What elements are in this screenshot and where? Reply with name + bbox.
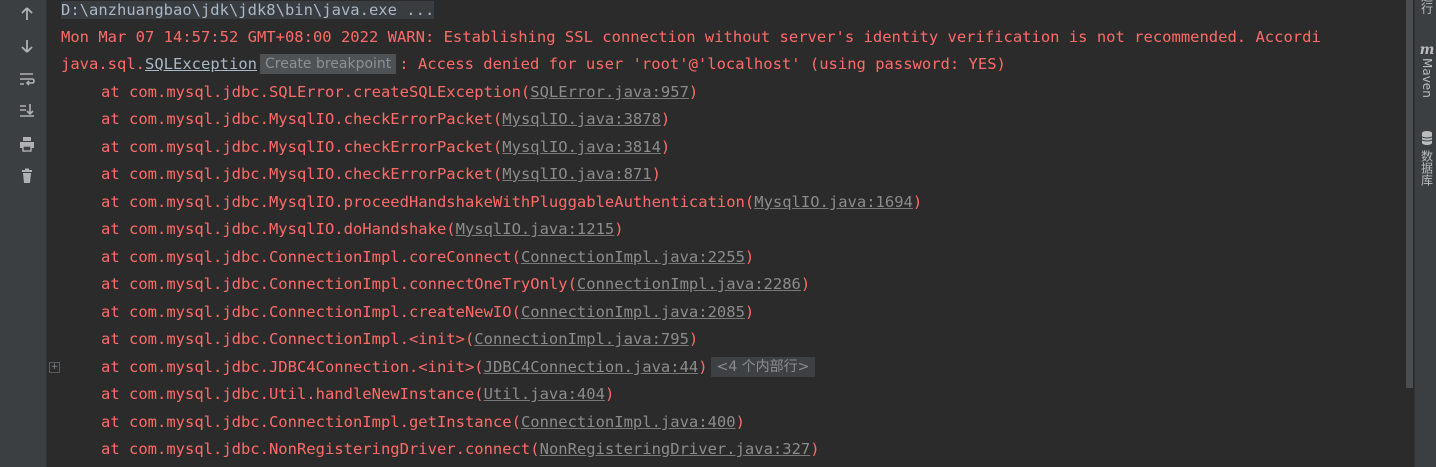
trace-method: at com.mysql.jdbc.SQLError.createSQLExce… [101, 83, 531, 101]
folded-internal-lines[interactable]: <4 个内部行> [710, 357, 816, 377]
exception-class-link[interactable]: SQLException [145, 55, 257, 73]
stack-trace-line: at com.mysql.jdbc.ConnectionImpl.connect… [101, 274, 810, 294]
trace-paren: ) [810, 440, 820, 458]
stack-trace-line: at com.mysql.jdbc.MysqlIO.checkErrorPack… [101, 109, 670, 129]
trace-method: at com.mysql.jdbc.ConnectionImpl.createN… [101, 303, 521, 321]
warn-line: Mon Mar 07 14:57:52 GMT+08:00 2022 WARN:… [61, 28, 1321, 46]
source-link[interactable]: ConnectionImpl.java:400 [521, 413, 736, 431]
database-tool-tab[interactable]: 数据库 [1418, 130, 1436, 190]
command-line: D:\anzhuangbao\jdk\jdk8\bin\java.exe ... [61, 0, 435, 20]
arrow-up-icon[interactable] [16, 3, 38, 25]
source-link[interactable]: ConnectionImpl.java:2085 [521, 303, 745, 321]
trace-paren: ) [735, 413, 745, 431]
trace-paren: ) [912, 193, 923, 211]
exception-message: : Access denied for user 'root'@'localho… [399, 55, 1006, 73]
stack-trace-line: at com.mysql.jdbc.MysqlIO.checkErrorPack… [101, 137, 670, 157]
exception-prefix: java.sql. [61, 55, 145, 73]
source-link[interactable]: MysqlIO.java:3814 [502, 138, 661, 156]
vertical-scrollbar[interactable] [1404, 0, 1414, 467]
arrow-down-icon[interactable] [16, 35, 38, 57]
exception-line: java.sql.SQLException Create breakpoint: … [61, 54, 1006, 74]
stack-trace-line: at com.mysql.jdbc.MysqlIO.doHandshake(My… [101, 219, 624, 239]
maven-tab-label: Maven [1420, 58, 1434, 98]
trace-paren: ) [651, 165, 661, 183]
trace-method: at com.mysql.jdbc.MysqlIO.checkErrorPack… [101, 138, 503, 156]
scroll-to-end-icon[interactable] [16, 99, 38, 121]
trace-method: at com.mysql.jdbc.ConnectionImpl.coreCon… [101, 248, 521, 266]
trace-paren: ) [688, 330, 699, 348]
database-tab-label: 数据库 [1419, 150, 1434, 186]
stack-trace-line: at com.mysql.jdbc.JDBC4Connection.<init>… [101, 357, 816, 377]
source-link[interactable]: MysqlIO.java:1694 [754, 193, 913, 211]
command-text[interactable]: D:\anzhuangbao\jdk\jdk8\bin\java.exe ... [61, 1, 435, 19]
console-toolbar [8, 0, 47, 467]
maven-icon: m [1419, 42, 1435, 58]
trace-paren: ) [604, 385, 615, 403]
stack-trace-line: at com.mysql.jdbc.ConnectionImpl.getInst… [101, 412, 745, 432]
trace-method: at com.mysql.jdbc.ConnectionImpl.<init>( [101, 330, 475, 348]
run-tool-tab[interactable]: 运行 [1418, 0, 1436, 18]
source-link[interactable]: SQLError.java:957 [530, 83, 689, 101]
create-breakpoint-tooltip[interactable]: Create breakpoint [259, 54, 397, 74]
trace-paren: ) [698, 358, 708, 376]
trace-method: at com.mysql.jdbc.ConnectionImpl.connect… [101, 275, 577, 293]
trace-method: at com.mysql.jdbc.NonRegisteringDriver.c… [101, 440, 540, 458]
source-link[interactable]: ConnectionImpl.java:2286 [577, 275, 801, 293]
source-link[interactable]: NonRegisteringDriver.java:327 [540, 440, 811, 458]
database-icon [1421, 131, 1433, 145]
print-icon[interactable] [16, 133, 38, 155]
maven-tool-tab[interactable]: m Maven [1418, 42, 1436, 102]
fold-expand-icon[interactable]: + [49, 362, 60, 373]
stack-trace-line: at com.mysql.jdbc.ConnectionImpl.coreCon… [101, 247, 754, 267]
console-output[interactable]: D:\anzhuangbao\jdk\jdk8\bin\java.exe ...… [47, 0, 1404, 467]
stack-trace-line: at com.mysql.jdbc.ConnectionImpl.createN… [101, 302, 754, 322]
trace-paren: ) [660, 138, 671, 156]
trace-paren: ) [614, 220, 624, 238]
source-link[interactable]: Util.java:404 [484, 385, 605, 403]
scrollbar-thumb[interactable] [1406, 0, 1413, 388]
right-tool-strip: 运行 m Maven 数据库 [1414, 0, 1436, 467]
source-link[interactable]: ConnectionImpl.java:2255 [521, 248, 745, 266]
stack-trace-line: at com.mysql.jdbc.ConnectionImpl.<init>(… [101, 329, 698, 349]
stack-trace-line: at com.mysql.jdbc.MysqlIO.proceedHandsha… [101, 192, 922, 212]
trace-paren: ) [660, 110, 671, 128]
trace-method: at com.mysql.jdbc.MysqlIO.checkErrorPack… [101, 110, 503, 128]
trash-icon[interactable] [16, 165, 38, 187]
stack-trace-line: at com.mysql.jdbc.NonRegisteringDriver.c… [101, 439, 820, 459]
source-link[interactable]: MysqlIO.java:3878 [502, 110, 661, 128]
trace-paren: ) [744, 248, 755, 266]
run-tab-label: 运行 [1419, 0, 1434, 14]
source-link[interactable]: MysqlIO.java:1215 [456, 220, 615, 238]
trace-method: at com.mysql.jdbc.Util.handleNewInstance… [101, 385, 484, 403]
trace-method: at com.mysql.jdbc.MysqlIO.checkErrorPack… [101, 165, 503, 183]
trace-method: at com.mysql.jdbc.MysqlIO.proceedHandsha… [101, 193, 755, 211]
stack-trace-line: at com.mysql.jdbc.SQLError.createSQLExce… [101, 82, 698, 102]
trace-method: at com.mysql.jdbc.JDBC4Connection.<init>… [101, 358, 484, 376]
source-link[interactable]: JDBC4Connection.java:44 [484, 358, 699, 376]
trace-paren: ) [688, 83, 699, 101]
trace-paren: ) [800, 275, 811, 293]
source-link[interactable]: MysqlIO.java:871 [502, 165, 651, 183]
trace-method: at com.mysql.jdbc.MysqlIO.doHandshake( [101, 220, 456, 238]
source-link[interactable]: ConnectionImpl.java:795 [474, 330, 689, 348]
stack-trace-line: at com.mysql.jdbc.MysqlIO.checkErrorPack… [101, 164, 661, 184]
stack-trace-line: at com.mysql.jdbc.Util.handleNewInstance… [101, 384, 614, 404]
soft-wrap-icon[interactable] [16, 68, 38, 90]
trace-method: at com.mysql.jdbc.ConnectionImpl.getInst… [101, 413, 521, 431]
trace-paren: ) [744, 303, 755, 321]
